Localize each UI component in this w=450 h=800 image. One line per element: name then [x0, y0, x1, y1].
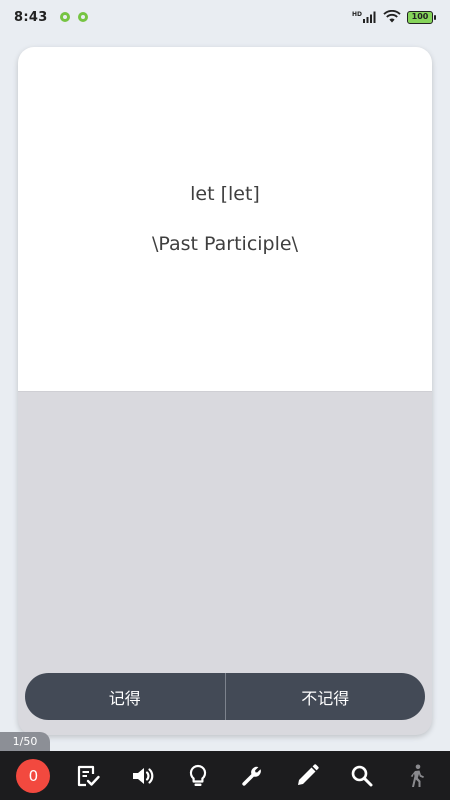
app-root: 8:43 HD 100 let [let] \Past Participle\ … — [0, 0, 450, 800]
bottom-toolbar: 0 — [0, 751, 450, 800]
search-icon — [349, 763, 375, 789]
edit-button[interactable] — [285, 754, 329, 798]
battery-icon: 100 — [407, 10, 436, 24]
battery-level: 100 — [407, 10, 433, 24]
settings-button[interactable] — [230, 754, 274, 798]
count-button[interactable]: 0 — [11, 754, 55, 798]
status-time: 8:43 — [14, 9, 48, 25]
flashcard-front: let [let] \Past Participle\ — [18, 47, 432, 392]
speaker-icon — [130, 763, 156, 789]
status-bar: 8:43 HD 100 — [0, 0, 450, 34]
signal-icon: HD — [352, 11, 377, 23]
page-counter: 1/50 — [0, 732, 50, 751]
part-of-speech: \Past Participle\ — [152, 233, 298, 255]
remember-button[interactable]: 记得 — [25, 673, 225, 720]
count-badge: 0 — [16, 758, 51, 793]
task-check-icon — [75, 763, 101, 789]
battery-tip — [434, 14, 436, 20]
hint-button[interactable] — [176, 754, 220, 798]
status-app-icons — [59, 12, 88, 22]
search-button[interactable] — [340, 754, 384, 798]
forget-button[interactable]: 不记得 — [226, 673, 426, 720]
wrench-icon — [239, 763, 265, 789]
answer-bar: 记得 不记得 — [25, 673, 425, 720]
wifi-icon — [383, 8, 401, 27]
pencil-icon — [294, 763, 320, 789]
notification-app-icon — [77, 12, 88, 22]
network-label: HD — [351, 11, 362, 18]
notification-app-icon — [59, 12, 70, 22]
flashcard[interactable]: let [let] \Past Participle\ — [18, 47, 432, 735]
status-indicators: HD 100 — [352, 8, 436, 27]
word-pronunciation: let [let] — [190, 183, 260, 205]
lightbulb-icon — [185, 763, 211, 789]
speak-button[interactable] — [121, 754, 165, 798]
walking-person-icon — [404, 763, 430, 789]
walk-mode-button[interactable] — [395, 754, 439, 798]
task-check-button[interactable] — [66, 754, 110, 798]
